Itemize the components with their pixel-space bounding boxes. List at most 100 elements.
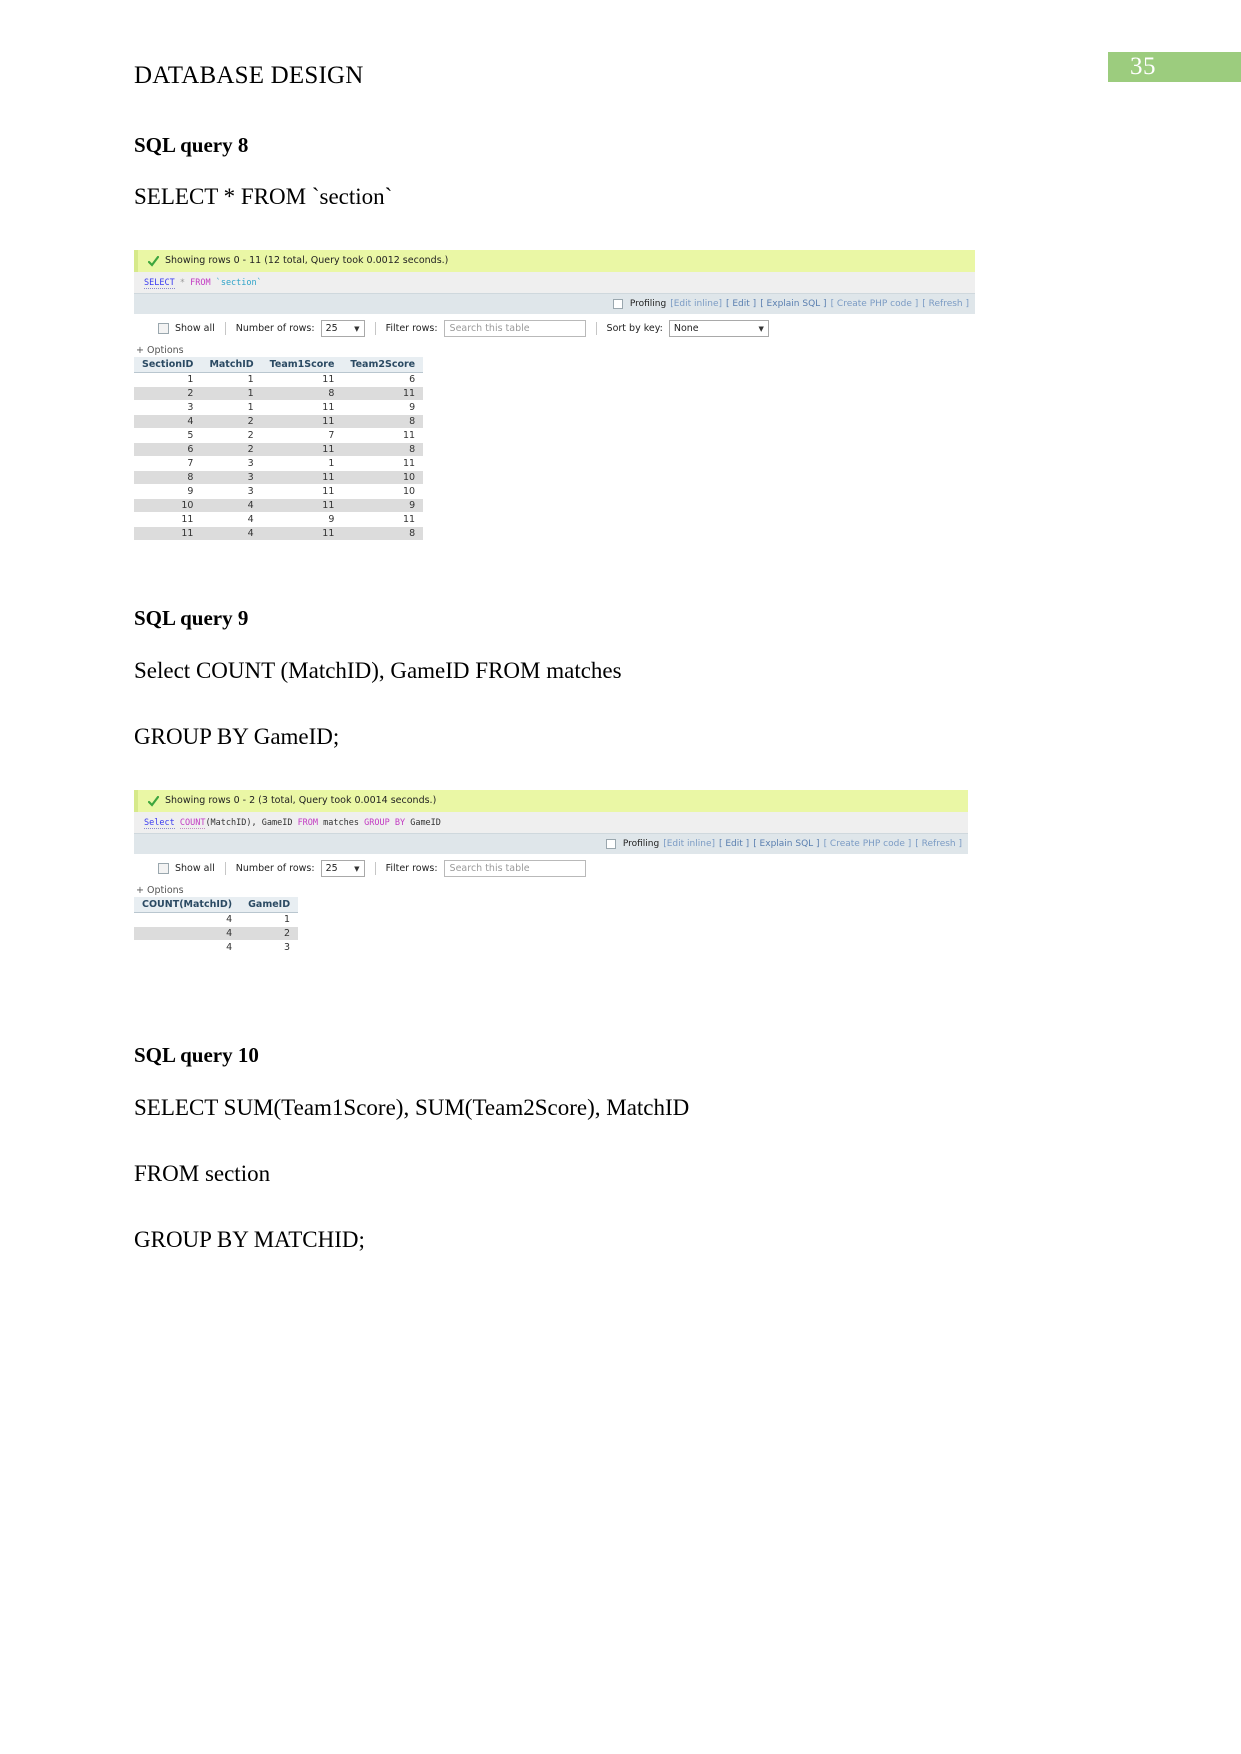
profiling-label-2: Profiling [622, 839, 660, 849]
number-of-rows-select-1[interactable]: 25 ▼ [320, 320, 365, 337]
profiling-checkbox-1[interactable] [612, 299, 623, 309]
show-all-checkbox-1[interactable] [158, 323, 169, 334]
cell-3-3: 8 [342, 414, 424, 429]
cell-10-0: 11 [134, 512, 202, 527]
heading-sql-query-8: SQL query 8 [134, 133, 249, 157]
cell-5-2: 11 [261, 442, 343, 457]
number-of-rows-value-1: 25 [325, 323, 338, 334]
toolbar-divider [224, 322, 226, 335]
cell-1-2: 8 [261, 386, 343, 401]
sql-column-gameid: GameID [410, 818, 441, 828]
cell-1-3: 11 [342, 386, 424, 401]
refresh-link-2[interactable]: [ Refresh ] [915, 838, 962, 850]
cell-11-1: 4 [201, 526, 262, 541]
cell-6-1: 3 [201, 456, 262, 471]
pma-toolbar-1: Show all Number of rows: 25 ▼ Filter row… [134, 314, 975, 343]
number-of-rows-select-2[interactable]: 25 ▼ [320, 860, 365, 877]
edit-inline-link-1[interactable]: [Edit inline] [670, 298, 722, 310]
sql-table-matches: matches [323, 818, 359, 828]
number-of-rows-value-2: 25 [325, 863, 338, 874]
table-row: 42 [134, 926, 299, 941]
pma-action-links-2: Profiling [Edit inline] [ Edit ] [ Expla… [134, 833, 968, 854]
chevron-down-icon: ▼ [758, 324, 764, 333]
table-row: 2 1 8 11 [134, 386, 424, 401]
page-number-badge: 35 [1108, 52, 1241, 82]
cell-1-0: 2 [134, 386, 202, 401]
cell-7-0: 8 [134, 470, 202, 485]
show-all-label-1: Show all [175, 323, 215, 334]
success-check-icon [148, 255, 159, 267]
cell-0-0: 1 [134, 372, 202, 387]
cell-6-3: 11 [342, 456, 424, 471]
table-row: 6 2 11 8 [134, 442, 424, 457]
cell-3-1: 2 [201, 414, 262, 429]
column-header-1[interactable]: MatchID [201, 356, 262, 373]
cell-2-0: 3 [134, 400, 202, 415]
sql-keyword-from-2: FROM [297, 818, 319, 828]
cell-11-2: 11 [261, 526, 343, 541]
column-header-0[interactable]: COUNT(MatchID) [134, 896, 241, 913]
create-php-code-link-2[interactable]: [ Create PHP code ] [824, 838, 912, 850]
sql-text-query-10-line-3: GROUP BY MATCHID; [134, 1227, 365, 1252]
table-row: 11 4 11 8 [134, 526, 424, 541]
cell-3-0: 4 [134, 414, 202, 429]
cell-2-2: 11 [261, 400, 343, 415]
cell-9-0: 10 [134, 498, 202, 513]
pma-status-text-1: Showing rows 0 - 11 (12 total, Query too… [165, 255, 449, 266]
cell-10-1: 4 [201, 512, 262, 527]
cell-2-3: 9 [342, 400, 424, 415]
cell-1-0: 4 [134, 926, 241, 941]
filter-rows-input-1[interactable]: Search this table [443, 320, 586, 337]
sql-keyword-select: SELECT [144, 278, 175, 289]
cell-0-1: 1 [240, 912, 299, 927]
show-all-checkbox-2[interactable] [158, 863, 169, 874]
profiling-checkbox-2[interactable] [605, 839, 616, 849]
cell-1-1: 1 [201, 386, 262, 401]
cell-4-2: 7 [261, 428, 343, 443]
sql-text-query-9-line-2: GROUP BY GameID; [134, 724, 340, 749]
refresh-link-1[interactable]: [ Refresh ] [922, 298, 969, 310]
pma-toolbar-2: Show all Number of rows: 25 ▼ Filter row… [134, 854, 968, 883]
pma-sql-display-1: SELECT * FROM `section` [134, 272, 975, 293]
page-number: 35 [1130, 53, 1156, 80]
pma-status-bar-1: Showing rows 0 - 11 (12 total, Query too… [134, 250, 975, 272]
sql-text-query-9-line-1: Select COUNT (MatchID), GameID FROM matc… [134, 658, 622, 683]
sort-by-key-label-1: Sort by key: [606, 323, 663, 334]
table-header-row-1: SectionID MatchID Team1Score Team2Score [134, 356, 424, 373]
toolbar-divider [224, 862, 226, 875]
table-row: 11 4 9 11 [134, 512, 424, 527]
cell-10-3: 11 [342, 512, 424, 527]
sort-by-key-select-1[interactable]: None ▼ [668, 320, 769, 337]
column-header-1[interactable]: GameID [240, 896, 299, 913]
table-row: 8 3 11 10 [134, 470, 424, 485]
edit-link-1[interactable]: [ Edit ] [726, 298, 756, 310]
options-toggle-2[interactable]: + Options [134, 885, 968, 896]
sql-text-query-8: SELECT * FROM `section` [134, 184, 393, 209]
chevron-down-icon: ▼ [354, 864, 360, 873]
table-row: 7 3 1 11 [134, 456, 424, 471]
column-header-0[interactable]: SectionID [134, 356, 202, 373]
cell-6-2: 1 [261, 456, 343, 471]
cell-4-3: 11 [342, 428, 424, 443]
options-toggle-1[interactable]: + Options [134, 345, 975, 356]
table-row: 10 4 11 9 [134, 498, 424, 513]
edit-link-2[interactable]: [ Edit ] [719, 838, 749, 850]
edit-inline-link-2[interactable]: [Edit inline] [663, 838, 715, 850]
cell-2-1: 3 [240, 940, 299, 955]
table-row: 5 2 7 11 [134, 428, 424, 443]
number-of-rows-label-2: Number of rows: [235, 863, 315, 874]
column-header-2[interactable]: Team1Score [261, 356, 343, 373]
explain-sql-link-2[interactable]: [ Explain SQL ] [753, 838, 819, 850]
table-row: 43 [134, 940, 299, 955]
explain-sql-link-1[interactable]: [ Explain SQL ] [760, 298, 826, 310]
results-table-2: COUNT(MatchID) GameID 414243 [134, 896, 299, 955]
cell-8-0: 9 [134, 484, 202, 499]
create-php-code-link-1[interactable]: [ Create PHP code ] [831, 298, 919, 310]
cell-9-3: 9 [342, 498, 424, 513]
cell-0-3: 6 [342, 372, 424, 387]
filter-rows-input-2[interactable]: Search this table [443, 860, 586, 877]
cell-7-3: 10 [342, 470, 424, 485]
cell-0-1: 1 [201, 372, 262, 387]
column-header-3[interactable]: Team2Score [342, 356, 424, 373]
sql-text-query-10-line-1: SELECT SUM(Team1Score), SUM(Team2Score),… [134, 1095, 690, 1120]
